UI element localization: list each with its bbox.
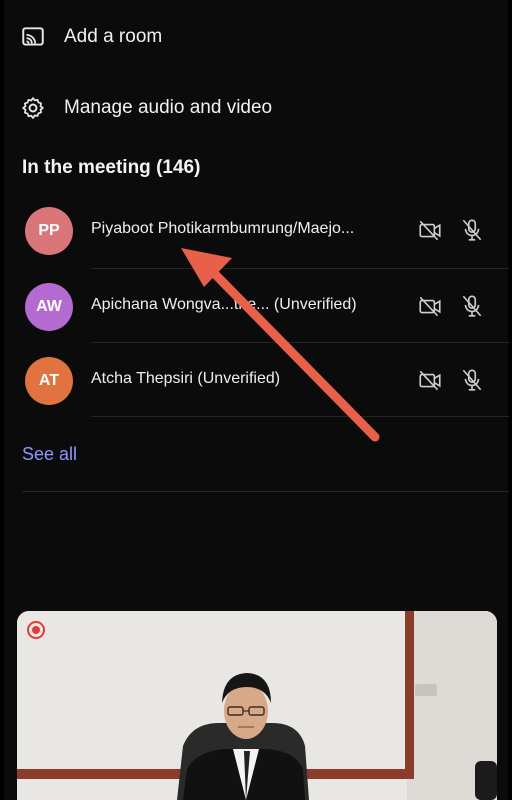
video-feed-image [17, 611, 497, 800]
recording-indicator-icon [27, 621, 45, 639]
video-tile[interactable] [17, 611, 497, 800]
